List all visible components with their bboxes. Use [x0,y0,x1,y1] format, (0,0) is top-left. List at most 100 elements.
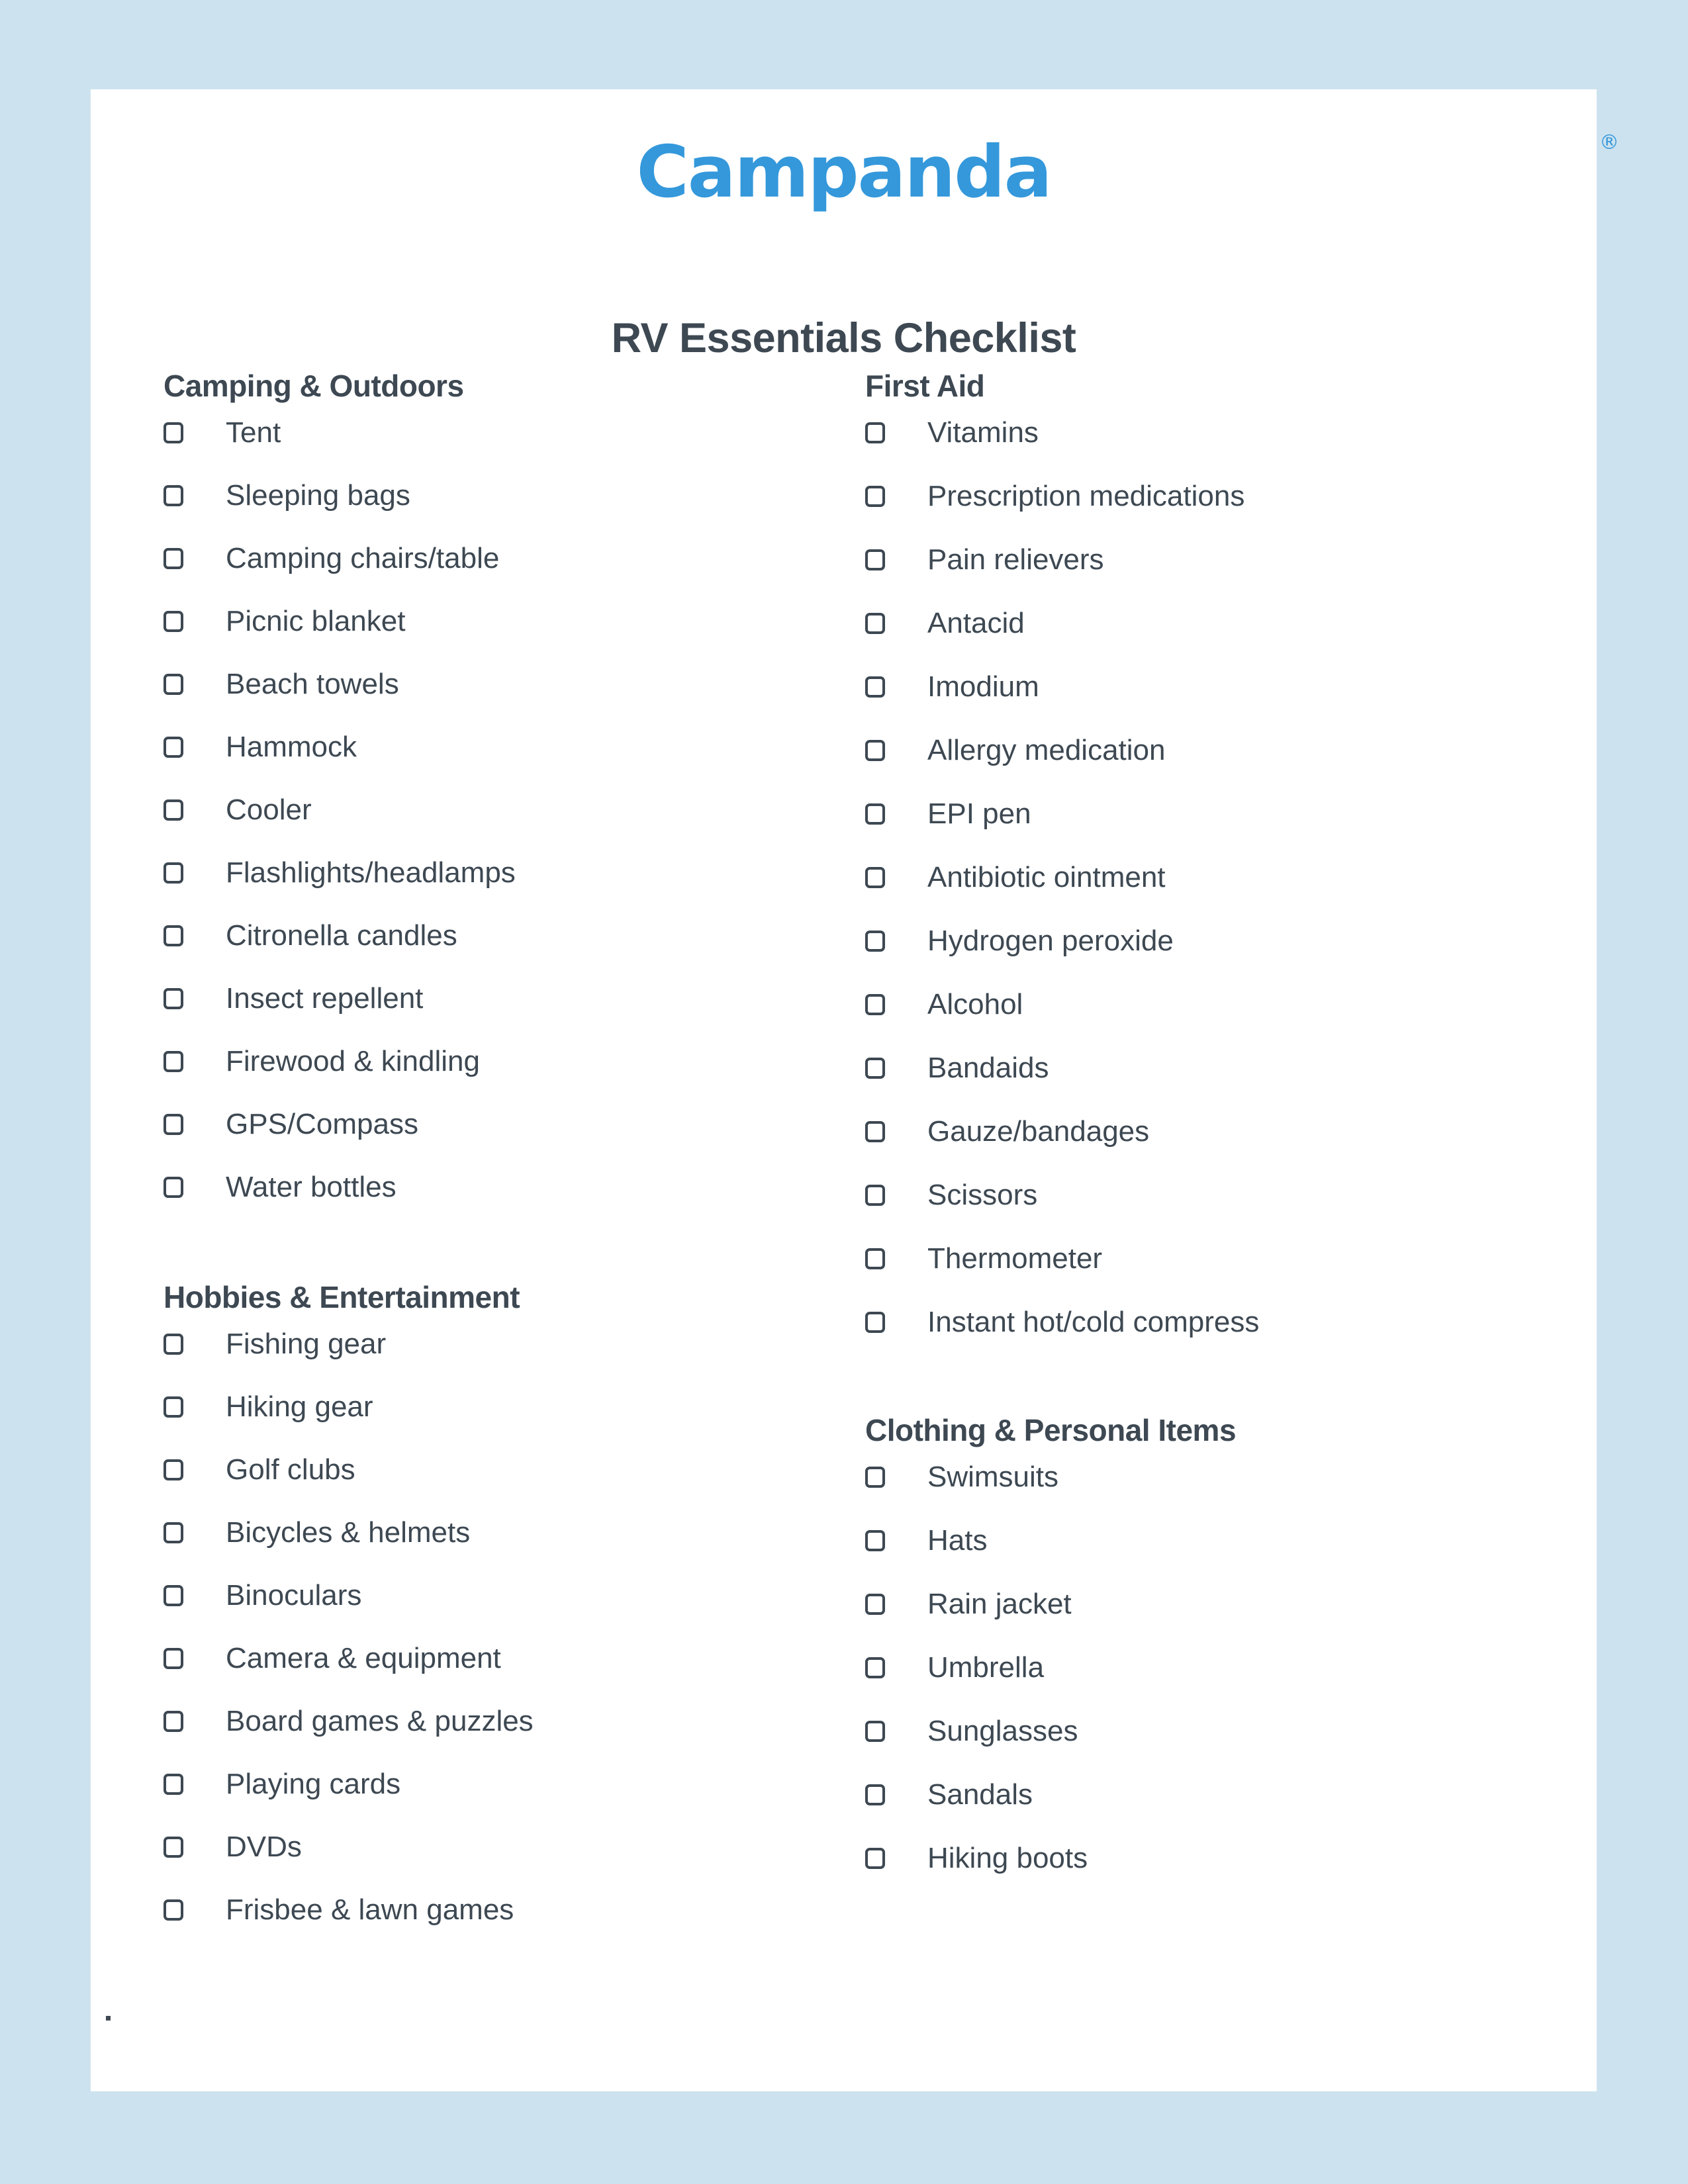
checklist-item[interactable]: Flashlights/headlamps [164,841,825,904]
checkbox-icon[interactable] [865,1467,885,1488]
checklist-item[interactable]: Picnic blanket [164,590,825,653]
checkbox-icon[interactable] [164,862,183,884]
checkbox-icon[interactable] [865,676,885,698]
checklist-item[interactable]: GPS/Compass [164,1093,825,1156]
checklist-item[interactable]: Sunglasses [865,1700,1567,1763]
checklist-item[interactable]: Thermometer [865,1227,1567,1291]
checkbox-icon[interactable] [865,1657,885,1678]
checklist-item[interactable]: Insect repellent [164,967,825,1030]
checkbox-icon[interactable] [865,1312,885,1333]
checklist-item[interactable]: EPI pen [865,782,1567,846]
checklist-item[interactable]: Board games & puzzles [164,1690,825,1752]
checklist-item[interactable]: Scissors [865,1163,1567,1227]
checkbox-icon[interactable] [164,1050,183,1072]
checkbox-icon[interactable] [164,1333,183,1355]
checklist-item[interactable]: Gauze/bandages [865,1100,1567,1163]
checklist-item[interactable]: Tent [164,401,825,464]
checklist-item[interactable]: Fishing gear [164,1312,825,1375]
checklist-item[interactable]: Instant hot/cold compress [865,1291,1567,1354]
checkbox-icon[interactable] [164,1176,183,1198]
checkbox-icon[interactable] [164,422,183,443]
checkbox-icon[interactable] [865,1848,885,1869]
checkbox-icon[interactable] [164,547,183,569]
checklist-item-label: Umbrella [927,1651,1045,1684]
section-title: Camping & Outdoors [164,369,464,403]
checklist-item[interactable]: Camera & equipment [164,1627,825,1690]
checklist-item[interactable]: Hammock [164,715,825,778]
checklist-item-label: Binoculars [226,1578,362,1612]
checkbox-icon[interactable] [164,1522,183,1543]
checklist-item[interactable]: Rain jacket [865,1572,1567,1636]
checklist-item[interactable]: Sandals [865,1763,1567,1827]
checkbox-icon[interactable] [865,867,885,888]
checklist-item[interactable]: Antacid [865,592,1567,655]
checkbox-icon[interactable] [865,613,885,634]
checklist-item[interactable]: Prescription medications [865,465,1567,528]
checklist-item[interactable]: Water bottles [164,1156,825,1218]
checkbox-icon[interactable] [164,1710,183,1732]
checklist-item[interactable]: Beach towels [164,653,825,715]
checklist-item[interactable]: Hiking boots [865,1827,1567,1890]
checkbox-icon[interactable] [164,1396,183,1418]
checklist-item[interactable]: Vitamins [865,401,1567,465]
checkbox-icon[interactable] [865,1530,885,1551]
page-title: RV Essentials Checklist [611,315,1076,361]
checkbox-icon[interactable] [164,925,183,946]
checklist-item-label: Gauze/bandages [927,1115,1150,1148]
checkbox-icon[interactable] [865,994,885,1015]
checklist-item[interactable]: Frisbee & lawn games [164,1878,825,1941]
checkbox-icon[interactable] [865,1594,885,1615]
checklist-item[interactable]: Firewood & kindling [164,1030,825,1093]
checkbox-icon[interactable] [164,1836,183,1858]
checkbox-icon[interactable] [865,740,885,761]
checkbox-icon[interactable] [865,549,885,570]
checklist-item[interactable]: Binoculars [164,1564,825,1627]
checkbox-icon[interactable] [865,803,885,825]
checkbox-icon[interactable] [865,422,885,443]
brand-logo-text: Campanda [636,131,1053,214]
checklist-item[interactable]: Sleeping bags [164,464,825,527]
checklist-item[interactable]: Allergy medication [865,719,1567,782]
checklist-item-label: Picnic blanket [226,604,406,637]
checkbox-icon[interactable] [164,1773,183,1795]
checkbox-icon[interactable] [164,736,183,758]
checklist-item[interactable]: Bandaids [865,1036,1567,1100]
checkbox-icon[interactable] [865,1121,885,1142]
checkbox-icon[interactable] [164,799,183,821]
checklist-item[interactable]: Bicycles & helmets [164,1501,825,1564]
checkbox-icon[interactable] [865,1784,885,1805]
checklist-item[interactable]: Antibiotic ointment [865,846,1567,909]
checklist-item[interactable]: Imodium [865,655,1567,719]
checkbox-icon[interactable] [865,1721,885,1742]
checkbox-icon[interactable] [164,1584,183,1606]
checkbox-icon[interactable] [164,484,183,506]
checkbox-icon[interactable] [164,1113,183,1135]
checklist-item[interactable]: Umbrella [865,1636,1567,1700]
checklist-item[interactable]: Camping chairs/table [164,527,825,590]
checklist-item[interactable]: Hats [865,1509,1567,1572]
checkbox-icon[interactable] [164,610,183,632]
checkbox-icon[interactable] [865,1058,885,1079]
checklist-item[interactable]: Cooler [164,778,825,841]
checklist-item[interactable]: Citronella candles [164,904,825,967]
checkbox-icon[interactable] [865,931,885,952]
checklist-item[interactable]: Hiking gear [164,1375,825,1438]
checkbox-icon[interactable] [164,1647,183,1669]
checkbox-icon[interactable] [865,486,885,507]
checklist-item[interactable]: Swimsuits [865,1445,1567,1509]
checklist-item[interactable]: Alcohol [865,973,1567,1036]
checkbox-icon[interactable] [865,1248,885,1269]
checkbox-icon[interactable] [865,1185,885,1206]
checklist-item[interactable]: Pain relievers [865,528,1567,592]
checklist-section: Clothing & Personal Items Swimsuits Hats Ra… [865,1415,1567,1890]
checkbox-icon[interactable] [164,673,183,695]
checklist-item[interactable]: Playing cards [164,1752,825,1815]
checklist-item[interactable]: Hydrogen peroxide [865,909,1567,973]
checkbox-icon[interactable] [164,987,183,1009]
checklist-item[interactable]: Golf clubs [164,1438,825,1501]
checklist-item-label: Hammock [226,730,357,763]
checkbox-icon[interactable] [164,1899,183,1921]
checklist-item-label: Hydrogen peroxide [927,925,1174,957]
checkbox-icon[interactable] [164,1459,183,1480]
checklist-item[interactable]: DVDs [164,1815,825,1878]
